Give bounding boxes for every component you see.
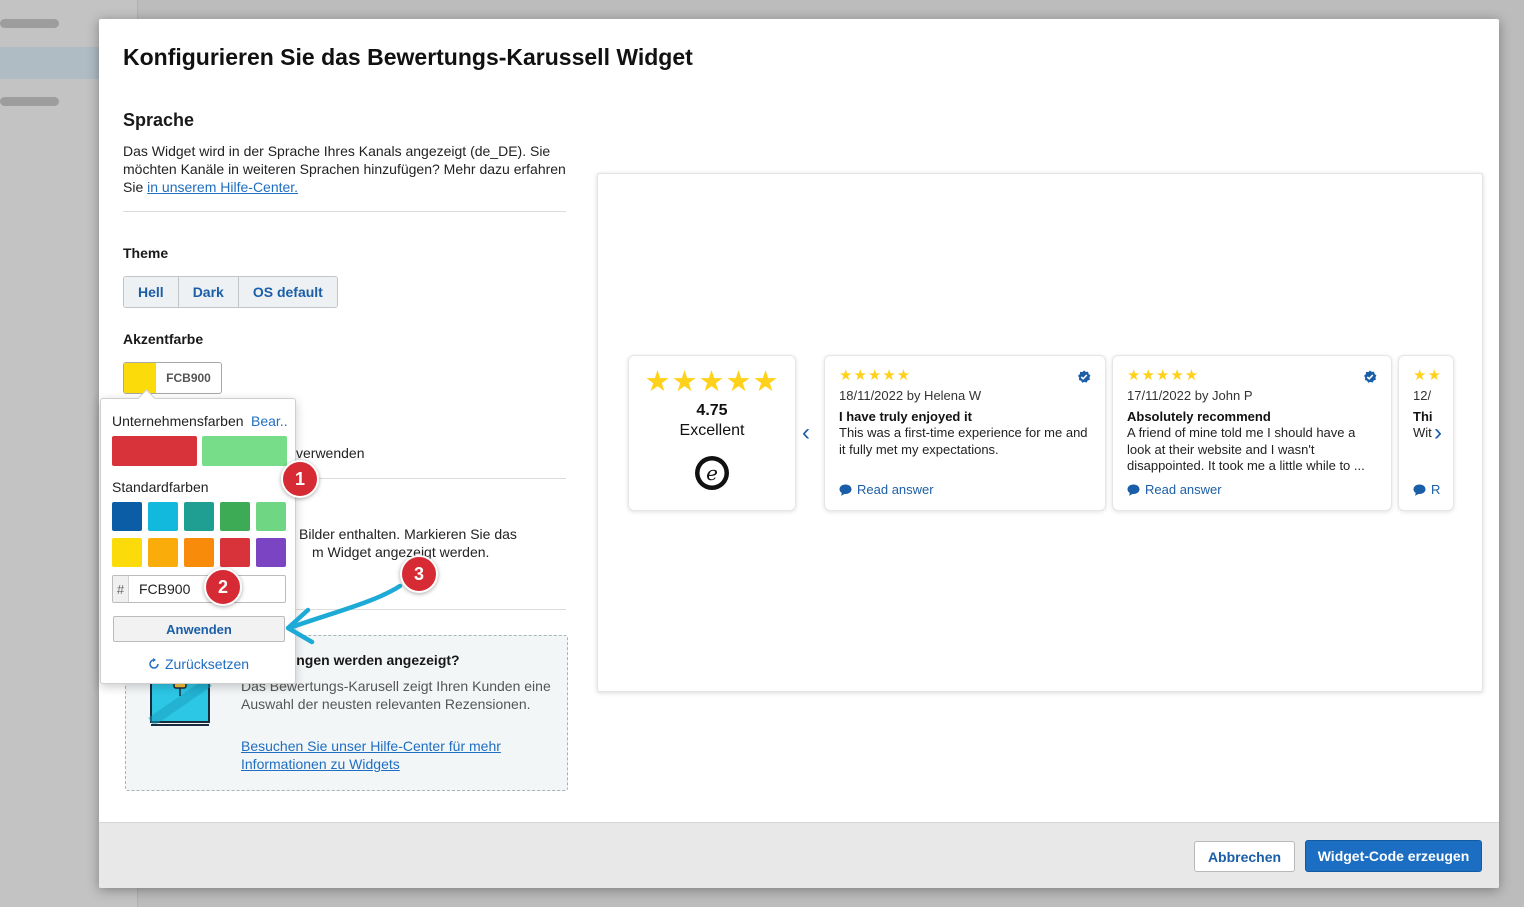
theme-label: Theme xyxy=(123,245,169,261)
standard-color-swatch[interactable] xyxy=(112,538,142,567)
verified-badge-icon xyxy=(1364,370,1377,383)
review-meta: 17/11/2022 by John P xyxy=(1127,388,1253,403)
standard-color-swatch[interactable] xyxy=(220,538,250,567)
review-card: ★★★★★ 17/11/2022 by John P Absolutely re… xyxy=(1112,355,1392,511)
language-section-title: Sprache xyxy=(123,110,195,130)
annotation-arrow-icon xyxy=(285,583,403,645)
review-card: ★★★★★ 18/11/2022 by Helena W I have trul… xyxy=(824,355,1106,511)
standard-color-swatch[interactable] xyxy=(184,538,214,567)
svg-text:e: e xyxy=(706,461,718,485)
trusted-shops-logo-icon: e xyxy=(695,456,729,490)
standard-color-swatch[interactable] xyxy=(256,538,286,567)
language-description: Das Widget wird in der Sprache Ihres Kan… xyxy=(123,142,573,196)
divider xyxy=(123,211,566,212)
hex-color-value: FCB900 xyxy=(139,581,191,597)
standard-colors-label: Standardfarben xyxy=(112,479,209,495)
company-colors-label: Unternehmensfarben xyxy=(112,413,244,429)
accent-color-picker-button[interactable]: FCB900 xyxy=(123,362,222,394)
read-answer-label: R xyxy=(1431,482,1441,497)
review-stars: ★★★★★ xyxy=(839,367,912,384)
standard-color-swatch[interactable] xyxy=(148,502,178,531)
review-title: Thi xyxy=(1413,409,1433,424)
theme-hell-button[interactable]: Hell xyxy=(124,277,179,307)
modal-footer: Abbrechen Widget-Code erzeugen xyxy=(99,822,1499,888)
standard-color-swatch[interactable] xyxy=(220,502,250,531)
cancel-button[interactable]: Abbrechen xyxy=(1194,841,1295,872)
summary-score: 4.75 xyxy=(696,402,728,419)
review-meta: 18/11/2022 by Helena W xyxy=(839,388,982,403)
reset-label: Zurücksetzen xyxy=(165,656,250,672)
widget-text-fragment: m Widget angezeigt werden. xyxy=(312,544,490,560)
help-center-widgets-link[interactable]: Besuchen Sie unser Hilfe-Center für mehr… xyxy=(241,737,541,773)
review-card-partial: ★★ 12/ Thi Wit R xyxy=(1398,355,1454,511)
rating-summary-card: ★★★★★ 4.75 Excellent e xyxy=(628,355,796,511)
configure-widget-modal: Konfigurieren Sie das Bewertungs-Karusse… xyxy=(99,19,1499,888)
carousel-prev-arrow-icon[interactable]: ‹ xyxy=(802,419,810,447)
images-text-fragment: Bilder enthalten. Markieren Sie das xyxy=(299,526,517,542)
theme-os-default-button[interactable]: OS default xyxy=(238,277,337,307)
review-stars: ★★★★★ xyxy=(1127,367,1200,384)
company-color-swatch[interactable] xyxy=(112,436,197,466)
standard-color-swatch[interactable] xyxy=(112,502,142,531)
step-badge-3: 3 xyxy=(400,555,438,593)
summary-stars: ★★★★★ xyxy=(644,366,780,398)
hex-color-input[interactable]: # FCB900 xyxy=(112,575,286,603)
review-meta: 12/ xyxy=(1413,388,1432,403)
speech-bubble-icon xyxy=(1413,484,1426,496)
speech-bubble-icon xyxy=(1127,484,1140,496)
speech-bubble-icon xyxy=(839,484,852,496)
edit-company-colors-link[interactable]: Bear.. xyxy=(251,413,288,429)
carousel-next-arrow-icon[interactable]: › xyxy=(1434,419,1442,447)
accent-color-code: FCB900 xyxy=(166,371,211,385)
standard-color-swatch[interactable] xyxy=(256,502,286,531)
review-title: Absolutely recommend xyxy=(1127,409,1271,424)
review-body: Wit xyxy=(1413,425,1432,440)
read-answer-link[interactable]: Read answer xyxy=(839,482,934,497)
use-text-fragment: verwenden xyxy=(296,445,365,461)
standard-color-swatch[interactable] xyxy=(148,538,178,567)
step-badge-1: 1 xyxy=(281,460,319,498)
company-color-swatch[interactable] xyxy=(202,436,287,466)
summary-label: Excellent xyxy=(679,422,745,439)
review-body: A friend of mine told me I should have a… xyxy=(1127,425,1365,473)
review-title: I have truly enjoyed it xyxy=(839,409,972,424)
help-center-link[interactable]: in unserem Hilfe-Center. xyxy=(147,179,298,195)
review-body: This was a first-time experience for me … xyxy=(839,425,1088,457)
verified-badge-icon xyxy=(1078,370,1091,383)
review-stars: ★★ xyxy=(1413,367,1442,384)
accent-color-label: Akzentfarbe xyxy=(123,331,204,347)
background-sidebar-item xyxy=(0,19,59,28)
theme-dark-button[interactable]: Dark xyxy=(178,277,239,307)
standard-color-swatch[interactable] xyxy=(184,502,214,531)
accent-color-swatch xyxy=(124,363,156,393)
step-badge-2: 2 xyxy=(204,568,242,606)
read-answer-link[interactable]: R xyxy=(1413,482,1440,497)
read-answer-label: Read answer xyxy=(1145,482,1222,497)
apply-color-button[interactable]: Anwenden xyxy=(113,616,285,642)
color-picker-popup: Unternehmensfarben Bear.. Standardfarben… xyxy=(100,398,296,684)
generate-widget-code-button[interactable]: Widget-Code erzeugen xyxy=(1305,840,1482,872)
hash-prefix: # xyxy=(113,576,129,602)
reset-color-link[interactable]: Zurücksetzen xyxy=(148,656,249,672)
modal-title: Konfigurieren Sie das Bewertungs-Karusse… xyxy=(123,44,693,70)
read-answer-label: Read answer xyxy=(857,482,934,497)
theme-toggle-group: Hell Dark OS default xyxy=(123,276,338,308)
reset-arrow-icon xyxy=(149,658,159,669)
background-sidebar-item xyxy=(0,97,59,106)
widget-preview: ★★★★★ 4.75 Excellent e ‹ ★★★★★ 18/11/202… xyxy=(597,173,1483,692)
read-answer-link[interactable]: Read answer xyxy=(1127,482,1222,497)
